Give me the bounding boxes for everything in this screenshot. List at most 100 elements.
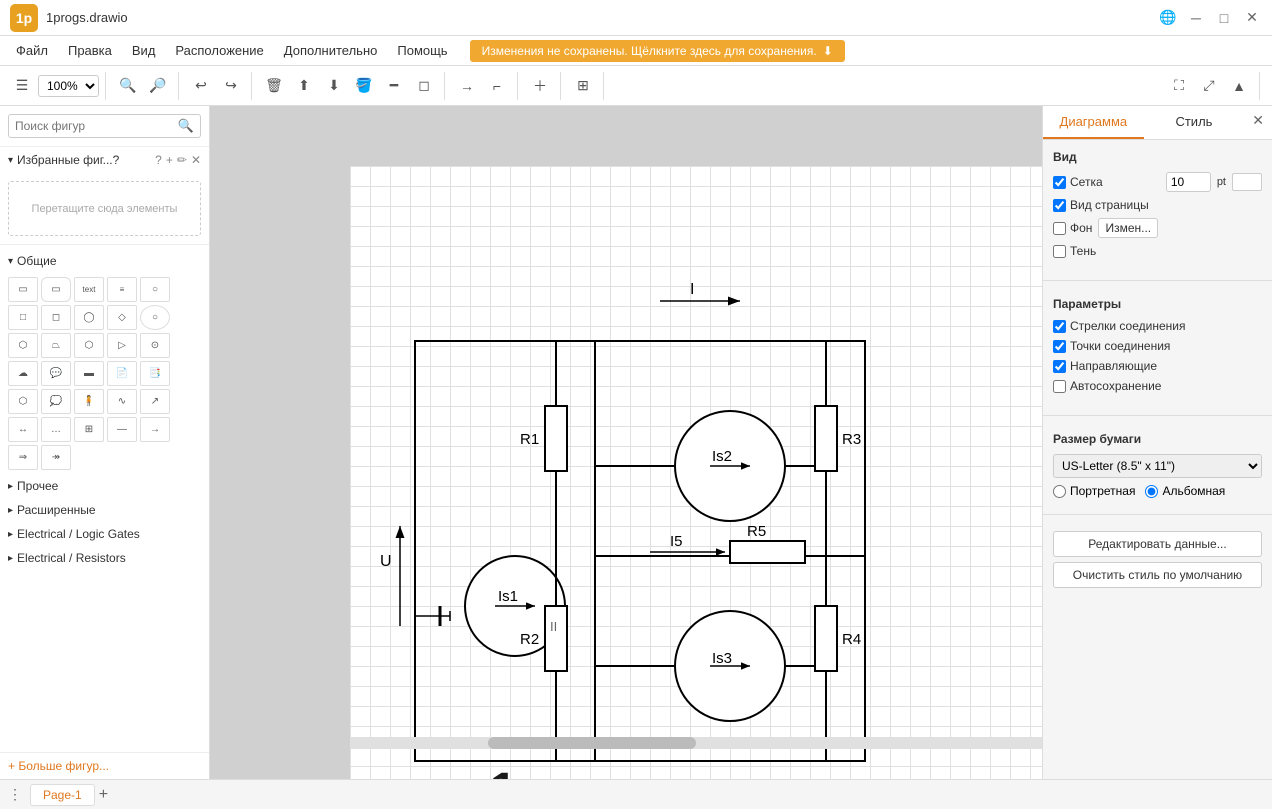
shape-process[interactable]: ▬ (74, 361, 104, 386)
table-btn[interactable]: ⊞ (569, 72, 597, 100)
shape-table[interactable]: ⊞ (74, 417, 104, 442)
shape-curve[interactable]: ∿ (107, 389, 137, 414)
maximize-btn[interactable]: □ (1214, 8, 1234, 28)
globe-icon[interactable]: 🌐 (1158, 8, 1178, 28)
shape-rounded-rect[interactable]: ▭ (41, 277, 71, 302)
page-view-label[interactable]: Вид страницы (1053, 198, 1149, 212)
shape-ellipse[interactable]: ○ (140, 277, 170, 302)
line-btn[interactable]: ━ (380, 72, 408, 100)
favorites-add-btn[interactable]: + (166, 153, 173, 167)
shape-arrow-line[interactable]: → (140, 417, 170, 442)
shape-callout-rect[interactable]: 💬 (41, 361, 71, 386)
tab-style[interactable]: Стиль (1144, 106, 1245, 139)
zoom-select[interactable]: 100% 75% 150% (38, 75, 99, 97)
page-options-btn[interactable]: ⋮ (8, 786, 22, 803)
delete-btn[interactable]: 🗑 (260, 72, 288, 100)
reset-view-btn[interactable]: ⤢ (1195, 72, 1223, 100)
landscape-label[interactable]: Альбомная (1145, 484, 1225, 498)
shape-person[interactable]: 🧍 (74, 389, 104, 414)
menu-edit[interactable]: Правка (60, 40, 120, 61)
shape-circle[interactable]: ◯ (74, 305, 104, 330)
shape-multi-doc[interactable]: 📑 (140, 361, 170, 386)
shape-square2[interactable]: ◻ (41, 305, 71, 330)
connection-points-label[interactable]: Точки соединения (1053, 339, 1170, 353)
fill-btn[interactable]: 🪣 (350, 72, 378, 100)
shape-arrow-double[interactable]: ⇒ (8, 445, 38, 470)
zoom-in-btn[interactable]: 🔍 (114, 72, 142, 100)
shape-square[interactable]: □ (8, 305, 38, 330)
shape-hexagon[interactable]: ⬡ (74, 333, 104, 358)
shadow-label[interactable]: Тень (1053, 244, 1096, 258)
shape-dots[interactable]: … (41, 417, 71, 442)
favorites-header[interactable]: ▾ Избранные фиг...? ? + ✏ ✕ (0, 147, 209, 173)
canvas-scroll-thumb[interactable] (488, 737, 696, 749)
connection-points-checkbox[interactable] (1053, 340, 1066, 353)
arrows-checkbox[interactable] (1053, 320, 1066, 333)
menu-extras[interactable]: Дополнительно (276, 40, 386, 61)
shape-arrow-right[interactable]: ▷ (107, 333, 137, 358)
background-checkbox[interactable] (1053, 222, 1066, 235)
portrait-label[interactable]: Портретная (1053, 484, 1135, 498)
shape-parallelogram[interactable]: ⬡ (8, 333, 38, 358)
shape-decision[interactable]: ⬡ (8, 389, 38, 414)
canvas-scrollbar[interactable] (350, 737, 1042, 749)
shape-rectangle[interactable]: ▭ (8, 277, 38, 302)
shape-trapezoid[interactable]: ⏢ (41, 333, 71, 358)
save-notification[interactable]: Изменения не сохранены. Щёлкните здесь д… (470, 40, 845, 62)
shape-arrow-end[interactable]: ↠ (41, 445, 71, 470)
background-label[interactable]: Фон (1053, 221, 1092, 235)
shape-round[interactable]: ○ (140, 305, 170, 330)
minimize-btn[interactable]: ─ (1186, 8, 1206, 28)
insert-btn[interactable]: ＋ (526, 72, 554, 100)
menu-help[interactable]: Помощь (389, 40, 455, 61)
arrows-label[interactable]: Стрелки соединения (1053, 319, 1185, 333)
autosave-checkbox[interactable] (1053, 380, 1066, 393)
close-btn[interactable]: ✕ (1242, 8, 1262, 28)
shape-cloud[interactable]: ☁ (8, 361, 38, 386)
favorites-close-btn[interactable]: ✕ (191, 153, 201, 167)
shadow-checkbox[interactable] (1053, 245, 1066, 258)
guides-checkbox[interactable] (1053, 360, 1066, 373)
shape-lines[interactable]: ≡ (107, 277, 137, 302)
shape-cylinder[interactable]: ⊙ (140, 333, 170, 358)
menu-arrange[interactable]: Расположение (167, 40, 271, 61)
grid-color-swatch[interactable] (1232, 173, 1262, 191)
menu-view[interactable]: Вид (124, 40, 164, 61)
shape-arrow-diagonal[interactable]: ↗ (140, 389, 170, 414)
shape-line-h[interactable]: — (107, 417, 137, 442)
portrait-radio[interactable] (1053, 485, 1066, 498)
section-general[interactable]: ▾ Общие (0, 249, 209, 273)
section-logic-gates[interactable]: ▸ Electrical / Logic Gates (0, 522, 209, 546)
section-advanced[interactable]: ▸ Расширенные (0, 498, 209, 522)
undo-btn[interactable]: ↩ (187, 72, 215, 100)
shape-doc[interactable]: 📄 (107, 361, 137, 386)
to-back-btn[interactable]: ⬇ (320, 72, 348, 100)
menu-file[interactable]: Файл (8, 40, 56, 61)
more-shapes-btn[interactable]: + Больше фигур... (0, 752, 209, 779)
zoom-out-btn[interactable]: 🔎 (144, 72, 172, 100)
shape-arrow-bi[interactable]: ↔ (8, 417, 38, 442)
autosave-label[interactable]: Автосохранение (1053, 379, 1161, 393)
arrow-btn[interactable]: → (453, 72, 481, 100)
guides-label[interactable]: Направляющие (1053, 359, 1157, 373)
favorites-edit-btn[interactable]: ✏ (177, 153, 187, 167)
grid-checkbox[interactable] (1053, 176, 1066, 189)
fit-page-btn[interactable]: ⛶ (1165, 72, 1193, 100)
redo-btn[interactable]: ↪ (217, 72, 245, 100)
section-other[interactable]: ▸ Прочее (0, 474, 209, 498)
sidebar-toggle-btn[interactable]: ☰ (8, 72, 36, 100)
add-page-btn[interactable]: + (99, 786, 108, 804)
paper-size-select[interactable]: US-Letter (8.5" x 11") A4 A3 (1053, 454, 1262, 478)
waypoint-btn[interactable]: ⌐ (483, 72, 511, 100)
clear-style-btn[interactable]: Очистить стиль по умолчанию (1053, 562, 1262, 588)
grid-label[interactable]: Сетка (1053, 175, 1103, 189)
tab-diagram[interactable]: Диаграмма (1043, 106, 1144, 139)
close-panel-btn[interactable]: ✕ (1244, 106, 1272, 139)
page-tab-1[interactable]: Page-1 (30, 784, 95, 806)
to-front-btn[interactable]: ⬆ (290, 72, 318, 100)
search-input[interactable] (15, 119, 178, 133)
background-change-btn[interactable]: Измен... (1098, 218, 1158, 238)
shape-text[interactable]: text (74, 277, 104, 302)
shadow-btn[interactable]: ◻ (410, 72, 438, 100)
section-resistors[interactable]: ▸ Electrical / Resistors (0, 546, 209, 570)
